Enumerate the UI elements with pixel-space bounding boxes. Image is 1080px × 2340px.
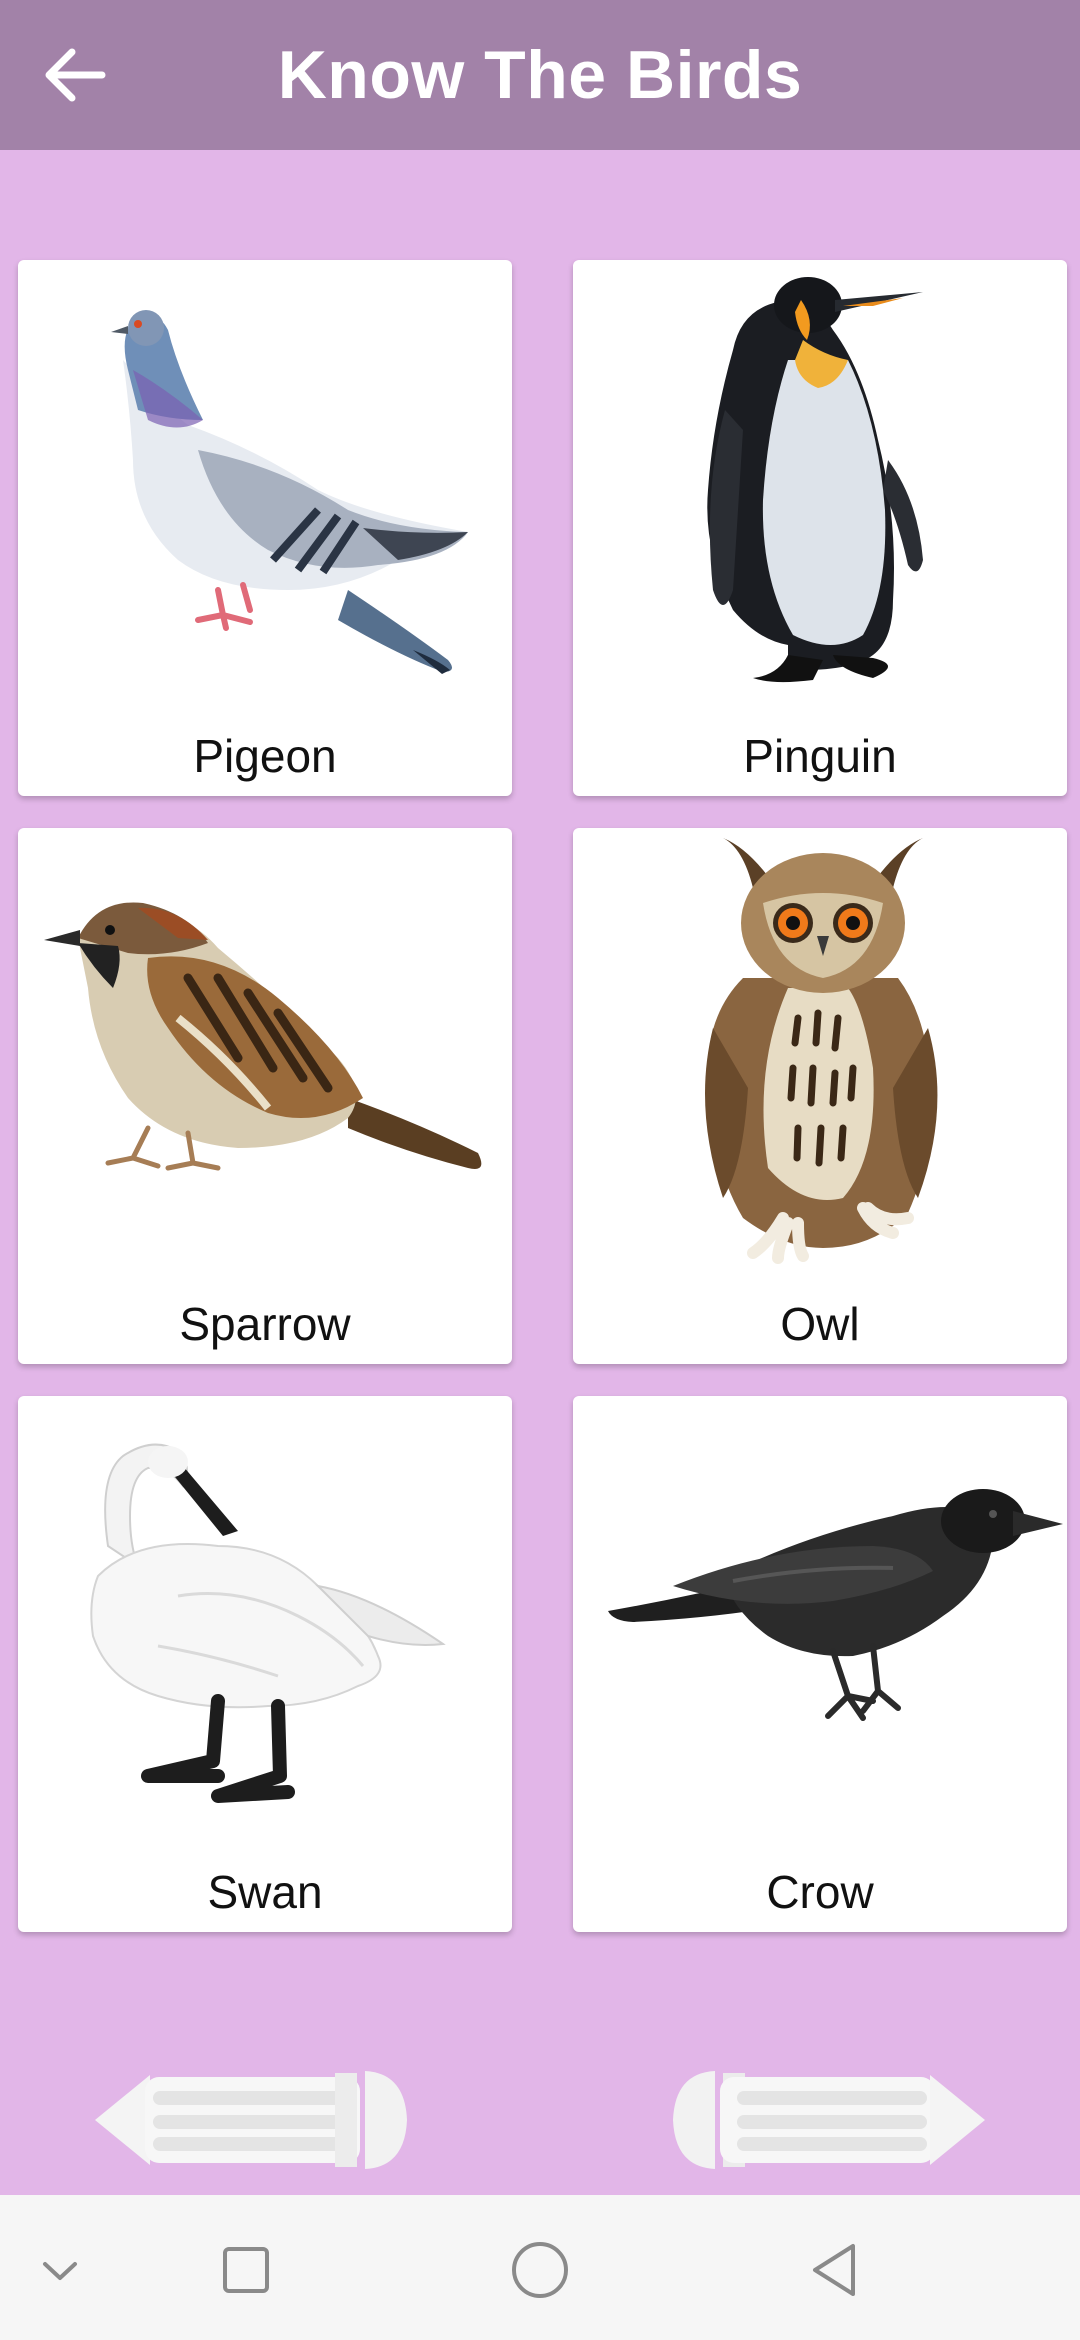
pencil-arrow-right-icon bbox=[673, 2071, 985, 2169]
bird-card-crow[interactable]: Crow bbox=[573, 1396, 1067, 1932]
pigeon-image bbox=[111, 310, 468, 674]
bird-card-swan[interactable]: Swan bbox=[18, 1396, 512, 1932]
swan-image bbox=[90, 1443, 446, 1803]
bird-card-pigeon[interactable]: Pigeon bbox=[18, 260, 512, 796]
bird-name: Owl bbox=[780, 1298, 860, 1350]
page-title: Know The Birds bbox=[277, 37, 803, 113]
app-bar: Know The Birds bbox=[0, 0, 1080, 150]
bird-name: Pinguin bbox=[743, 730, 897, 782]
bird-card-owl[interactable]: Owl bbox=[573, 828, 1067, 1364]
bird-name: Swan bbox=[207, 1866, 323, 1918]
back-triangle-icon[interactable] bbox=[795, 2230, 875, 2310]
crow-image bbox=[608, 1489, 1063, 1721]
pencil-arrow-left-icon bbox=[95, 2071, 407, 2169]
system-navigation-bar bbox=[0, 2195, 1080, 2340]
bird-name: Crow bbox=[766, 1866, 874, 1918]
bird-card-pinguin[interactable]: Pinguin bbox=[573, 260, 1067, 796]
next-page-button[interactable] bbox=[665, 2065, 985, 2175]
previous-page-button[interactable] bbox=[95, 2065, 415, 2175]
sparrow-image bbox=[44, 902, 482, 1171]
owl-image bbox=[705, 838, 938, 1264]
home-icon[interactable] bbox=[500, 2230, 580, 2310]
chevron-down-icon[interactable] bbox=[20, 2230, 100, 2310]
penguin-image bbox=[707, 277, 923, 683]
bird-card-sparrow[interactable]: Sparrow bbox=[18, 828, 512, 1364]
bird-name: Pigeon bbox=[193, 730, 337, 782]
recent-apps-icon[interactable] bbox=[205, 2230, 285, 2310]
bird-name: Sparrow bbox=[179, 1298, 351, 1350]
